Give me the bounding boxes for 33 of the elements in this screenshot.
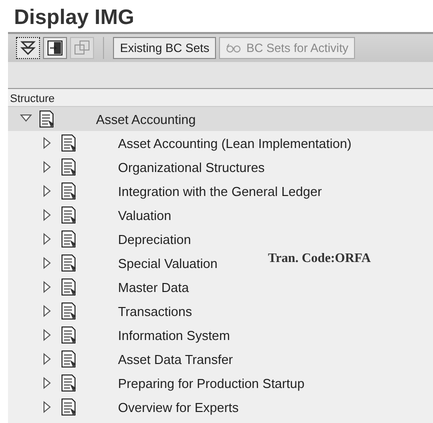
- toolbar-button[interactable]: Existing BC Sets: [113, 37, 216, 59]
- document-icon: [60, 398, 78, 416]
- document-icon: [60, 374, 78, 392]
- tree-item-label[interactable]: Asset Accounting: [96, 112, 196, 126]
- document-icon: [60, 302, 78, 320]
- document-icon: [60, 230, 78, 248]
- document-icon: [60, 326, 78, 344]
- document-button[interactable]: [43, 37, 67, 59]
- tree-item-label[interactable]: Information System: [118, 328, 230, 342]
- glasses-icon: [226, 42, 242, 54]
- tree-item-label[interactable]: Organizational Structures: [118, 160, 265, 174]
- document-icon: [60, 182, 78, 200]
- double-chevron-button[interactable]: [16, 37, 40, 59]
- document-icon: [60, 206, 78, 224]
- document-icon: [60, 134, 78, 152]
- document-icon: [60, 158, 78, 176]
- document-icon: [60, 254, 78, 272]
- document-icon: [60, 278, 78, 296]
- annotation-label: Tran. Code:ORFA: [268, 250, 371, 266]
- tree-item-label[interactable]: Depreciation: [118, 232, 191, 246]
- tree-item-label[interactable]: Overview for Experts: [118, 400, 239, 414]
- window-title: Display IMG: [13, 5, 136, 31]
- tree-item-label[interactable]: Integration with the General Ledger: [118, 184, 322, 198]
- tree-item-label[interactable]: Asset Data Transfer: [118, 352, 233, 366]
- tree-item-label[interactable]: Master Data: [118, 280, 189, 294]
- document-icon: [60, 350, 78, 368]
- tree-item-label[interactable]: Asset Accounting (Lean Implementation): [118, 136, 352, 150]
- tree-item-label[interactable]: Valuation: [118, 208, 172, 222]
- tree-item-label[interactable]: Transactions: [118, 304, 192, 318]
- tree-item-label[interactable]: Special Valuation: [118, 256, 218, 270]
- document-icon: [38, 110, 56, 128]
- tree-item-label[interactable]: Preparing for Production Startup: [118, 376, 304, 390]
- tree-row-highlight[interactable]: Asset Accounting: [8, 107, 433, 131]
